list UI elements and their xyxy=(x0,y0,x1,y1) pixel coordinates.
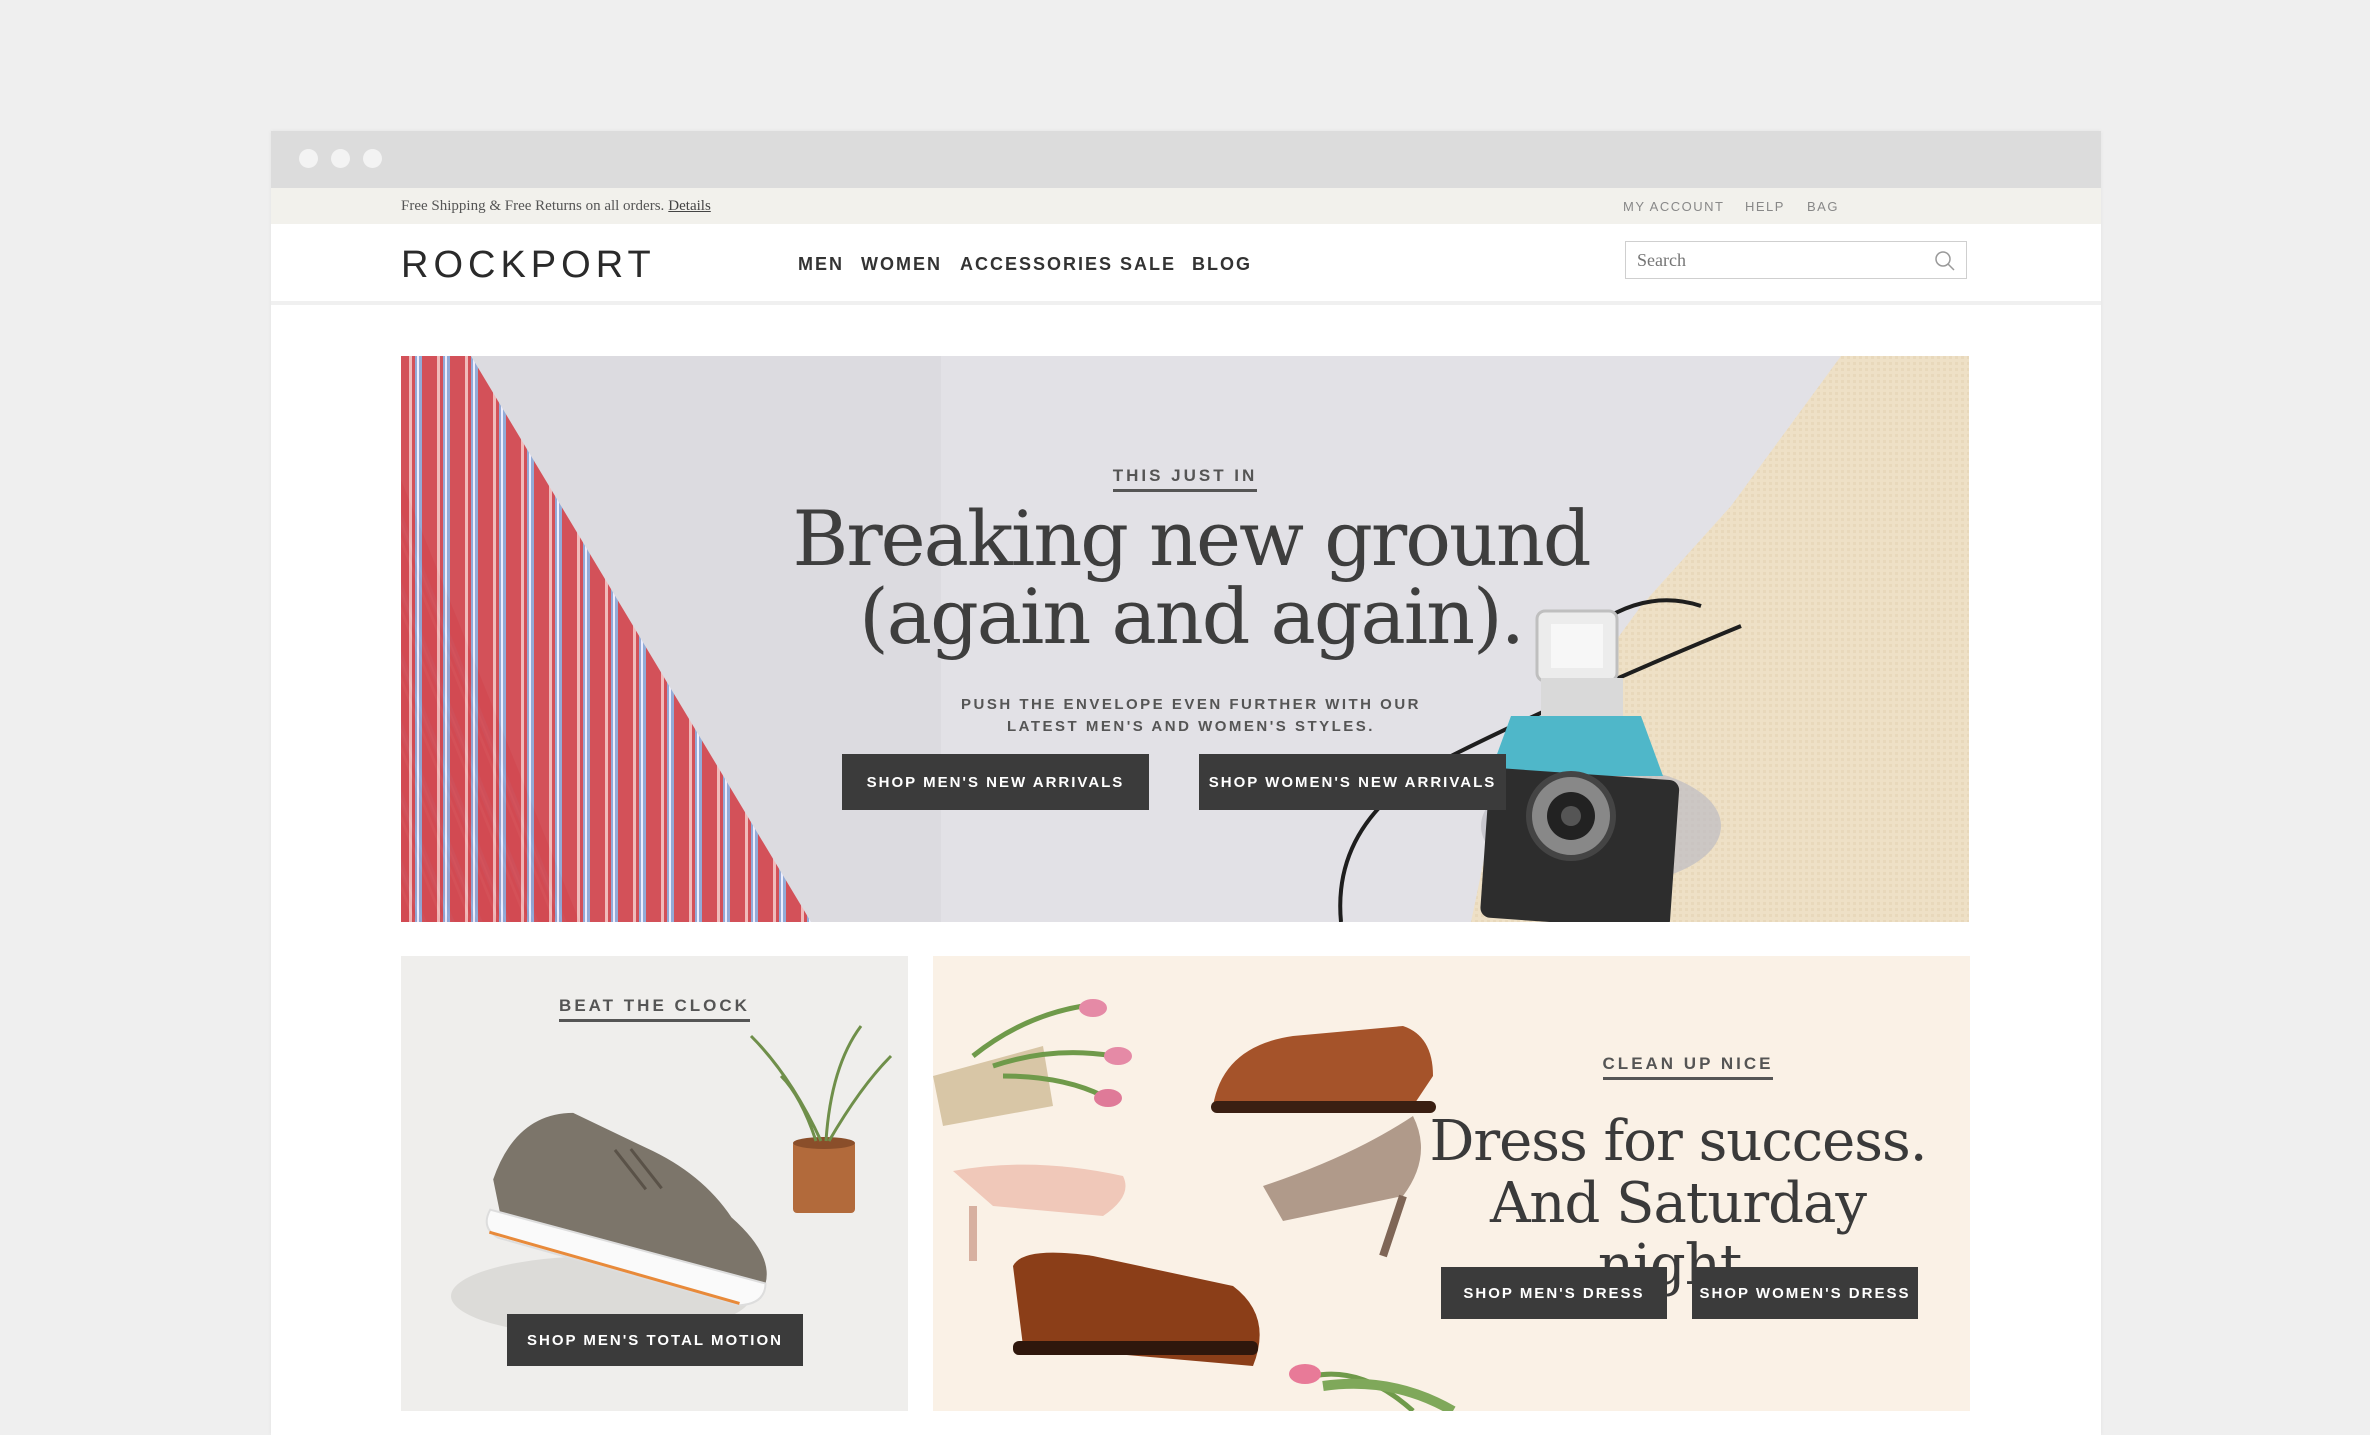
promo-text: Free Shipping & Free Returns on all orde… xyxy=(401,198,665,214)
shop-mens-dress-button[interactable]: SHOP MEN'S DRESS xyxy=(1441,1267,1667,1319)
shop-womens-dress-button[interactable]: SHOP WOMEN'S DRESS xyxy=(1692,1267,1918,1319)
hero-title-line2: (again and again). xyxy=(859,572,1525,661)
nav-accessories[interactable]: ACCESSORIES xyxy=(960,254,1113,275)
nav-blog[interactable]: BLOG xyxy=(1192,254,1252,275)
search-box xyxy=(1625,241,1967,279)
card-right-eyebrow: CLEAN UP NICE xyxy=(1453,1054,1923,1080)
window-minimize-dot[interactable] xyxy=(331,149,350,168)
my-account-link[interactable]: MY ACCOUNT xyxy=(1623,199,1724,214)
site-header: ROCKPORT MEN WOMEN ACCESSORIES SALE BLOG xyxy=(271,224,2101,305)
shop-mens-new-arrivals-button[interactable]: SHOP MEN'S NEW ARRIVALS xyxy=(842,754,1149,810)
promo-bar: Free Shipping & Free Returns on all orde… xyxy=(271,188,2101,224)
card-right-eyebrow-text: CLEAN UP NICE xyxy=(1602,1054,1774,1080)
shop-womens-new-arrivals-button[interactable]: SHOP WOMEN'S NEW ARRIVALS xyxy=(1199,754,1506,810)
hero-subtitle-line2: LATEST MEN'S AND WOMEN'S STYLES. xyxy=(1007,718,1375,735)
hero-subtitle-line1: PUSH THE ENVELOPE EVEN FURTHER WITH OUR xyxy=(960,696,1422,713)
window-maximize-dot[interactable] xyxy=(363,149,382,168)
hero-banner: THIS JUST IN Breaking new ground (again … xyxy=(401,356,1969,922)
card-right-title-line1: Dress for success. xyxy=(1429,1109,1927,1174)
browser-window: Free Shipping & Free Returns on all orde… xyxy=(271,131,2101,1435)
hero-subtitle: PUSH THE ENVELOPE EVEN FURTHER WITH OUR … xyxy=(901,694,1481,738)
rockport-logo[interactable]: ROCKPORT xyxy=(401,244,656,287)
hero-title: Breaking new ground (again and again). xyxy=(741,500,1641,656)
promo-details-link[interactable]: Details xyxy=(668,198,711,214)
search-input[interactable] xyxy=(1637,250,1917,271)
hero-eyebrow-text: THIS JUST IN xyxy=(1112,466,1258,492)
hero-title-line1: Breaking new ground xyxy=(792,494,1592,583)
help-link[interactable]: HELP xyxy=(1745,199,1785,214)
bag-link[interactable]: BAG xyxy=(1807,199,1839,214)
nav-sale[interactable]: SALE xyxy=(1120,254,1176,275)
promo-message: Free Shipping & Free Returns on all orde… xyxy=(401,198,711,215)
shop-mens-total-motion-button[interactable]: SHOP MEN'S TOTAL MOTION xyxy=(507,1314,803,1366)
browser-chrome xyxy=(271,131,2101,188)
nav-men[interactable]: MEN xyxy=(798,254,844,275)
search-icon[interactable] xyxy=(1934,250,1956,272)
nav-women[interactable]: WOMEN xyxy=(861,254,942,275)
hero-eyebrow: THIS JUST IN xyxy=(401,466,1969,492)
dress-shoes-card: CLEAN UP NICE Dress for success. And Sat… xyxy=(933,956,1970,1411)
total-motion-card: BEAT THE CLOCK SHOP MEN'S TOTAL MOTION xyxy=(401,956,908,1411)
window-close-dot[interactable] xyxy=(299,149,318,168)
